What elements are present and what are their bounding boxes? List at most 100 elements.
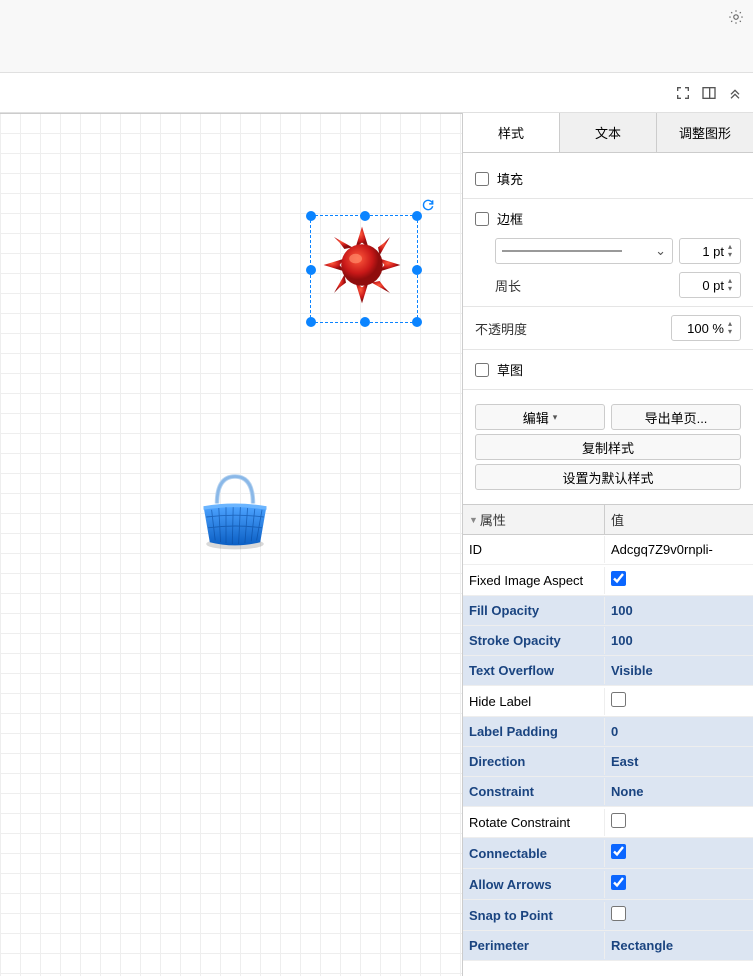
chevron-down-icon: ▾: [553, 412, 558, 423]
prop-checkbox[interactable]: [611, 906, 626, 921]
perimeter-label: 周长: [495, 276, 555, 295]
selection-outline: [310, 215, 418, 323]
prop-value[interactable]: 100: [605, 597, 753, 624]
prop-checkbox[interactable]: [611, 844, 626, 859]
perimeter-value: 0 pt: [702, 278, 726, 293]
prop-key: Snap to Point: [463, 902, 605, 929]
rotate-handle[interactable]: [421, 198, 435, 212]
tab-arrange[interactable]: 调整图形: [657, 113, 753, 152]
border-label: 边框: [497, 209, 523, 228]
handle-s[interactable]: [360, 317, 370, 327]
handle-se[interactable]: [412, 317, 422, 327]
sketch-checkbox[interactable]: [475, 363, 489, 377]
prop-row[interactable]: Text OverflowVisible: [463, 656, 753, 686]
canvas[interactable]: [0, 113, 463, 976]
prop-row[interactable]: Fixed Image Aspect: [463, 565, 753, 596]
prop-key: Stroke Opacity: [463, 627, 605, 654]
line-style-select[interactable]: ⌄: [495, 238, 673, 264]
prop-checkbox[interactable]: [611, 692, 626, 707]
spinner-down[interactable]: ▾: [728, 285, 738, 293]
handle-w[interactable]: [306, 265, 316, 275]
tab-text[interactable]: 文本: [560, 113, 657, 152]
panel-toggle-icon[interactable]: [701, 85, 717, 101]
prop-row[interactable]: Label Padding0: [463, 717, 753, 747]
prop-key: Text Overflow: [463, 657, 605, 684]
prop-row[interactable]: Stroke Opacity100: [463, 626, 753, 656]
spinner-down[interactable]: ▾: [728, 251, 738, 259]
view-toolbar: [0, 73, 753, 113]
handle-n[interactable]: [360, 211, 370, 221]
prop-row[interactable]: IDAdcgq7Z9v0rnpli-: [463, 535, 753, 565]
prop-row[interactable]: Snap to Point: [463, 900, 753, 931]
prop-row[interactable]: Rotate Constraint: [463, 807, 753, 838]
prop-key: Fill Opacity: [463, 597, 605, 624]
prop-value[interactable]: [605, 838, 753, 868]
triangle-down-icon[interactable]: ▼: [469, 515, 478, 525]
prop-value[interactable]: East: [605, 748, 753, 775]
prop-key: Fixed Image Aspect: [463, 567, 605, 594]
tab-style[interactable]: 样式: [463, 113, 560, 152]
prop-row[interactable]: ConstraintNone: [463, 777, 753, 807]
prop-value[interactable]: Visible: [605, 657, 753, 684]
edit-style-button[interactable]: 编辑 ▾: [475, 404, 605, 430]
handle-sw[interactable]: [306, 317, 316, 327]
prop-key: Hide Label: [463, 688, 605, 715]
prop-value[interactable]: [605, 900, 753, 930]
opacity-label: 不透明度: [475, 319, 527, 338]
prop-checkbox[interactable]: [611, 571, 626, 586]
opacity-input[interactable]: 100 % ▴▾: [671, 315, 741, 341]
border-checkbox[interactable]: [475, 212, 489, 226]
prop-key: Connectable: [463, 840, 605, 867]
perimeter-input[interactable]: 0 pt ▴▾: [679, 272, 741, 298]
canvas-shape-basket[interactable]: [190, 463, 280, 553]
export-button[interactable]: 导出单页...: [611, 404, 741, 430]
handle-nw[interactable]: [306, 211, 316, 221]
set-default-button[interactable]: 设置为默认样式: [475, 464, 741, 490]
theme-icon[interactable]: [727, 8, 745, 26]
prop-row[interactable]: Allow Arrows: [463, 869, 753, 900]
prop-row[interactable]: DirectionEast: [463, 747, 753, 777]
handle-ne[interactable]: [412, 211, 422, 221]
collapse-icon[interactable]: [727, 85, 743, 101]
prop-row[interactable]: Hide Label: [463, 686, 753, 717]
properties-table: IDAdcgq7Z9v0rnpli-Fixed Image AspectFill…: [463, 535, 753, 961]
properties-header: ▼属性 值: [463, 504, 753, 535]
prop-value[interactable]: None: [605, 778, 753, 805]
prop-checkbox[interactable]: [611, 813, 626, 828]
spinner-down[interactable]: ▾: [728, 328, 738, 336]
prop-key: Allow Arrows: [463, 871, 605, 898]
fullscreen-icon[interactable]: [675, 85, 691, 101]
prop-row[interactable]: Fill Opacity100: [463, 596, 753, 626]
prop-key: Constraint: [463, 778, 605, 805]
format-panel: 样式 文本 调整图形 填充 边框 ⌄ 1 pt ▴▾: [463, 113, 753, 976]
prop-key: Rotate Constraint: [463, 809, 605, 836]
prop-value[interactable]: Rectangle: [605, 932, 753, 959]
prop-value[interactable]: [605, 869, 753, 899]
prop-row[interactable]: Connectable: [463, 838, 753, 869]
prop-value[interactable]: [605, 565, 753, 595]
prop-col-attr: 属性: [480, 510, 506, 529]
prop-key: ID: [463, 536, 605, 563]
prop-value[interactable]: 0: [605, 718, 753, 745]
copy-style-button[interactable]: 复制样式: [475, 434, 741, 460]
prop-key: Perimeter: [463, 932, 605, 959]
prop-row[interactable]: PerimeterRectangle: [463, 931, 753, 961]
line-width-input[interactable]: 1 pt ▴▾: [679, 238, 741, 264]
prop-key: Direction: [463, 748, 605, 775]
prop-checkbox[interactable]: [611, 875, 626, 890]
edit-style-label: 编辑: [523, 408, 549, 427]
titlebar-area: [0, 0, 753, 73]
prop-value[interactable]: Adcgq7Z9v0rnpli-: [605, 536, 753, 563]
prop-value[interactable]: 100: [605, 627, 753, 654]
chevron-down-icon: ⌄: [655, 243, 666, 259]
line-width-value: 1 pt: [702, 244, 726, 259]
fill-checkbox[interactable]: [475, 172, 489, 186]
sketch-label: 草图: [497, 360, 523, 379]
prop-col-val: 值: [605, 505, 630, 534]
prop-value[interactable]: [605, 807, 753, 837]
prop-value[interactable]: [605, 686, 753, 716]
opacity-value: 100 %: [687, 321, 726, 336]
fill-label: 填充: [497, 169, 523, 188]
panel-tabs: 样式 文本 调整图形: [463, 113, 753, 153]
handle-e[interactable]: [412, 265, 422, 275]
